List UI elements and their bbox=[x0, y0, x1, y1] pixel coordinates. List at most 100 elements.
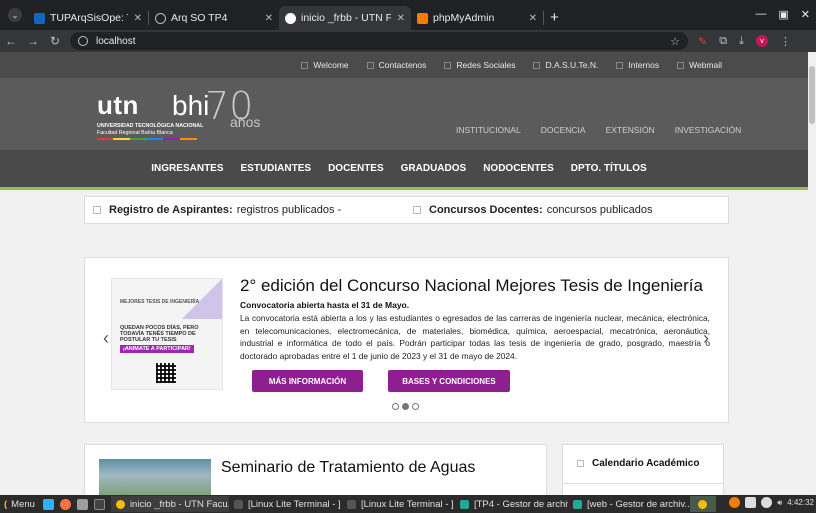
qr-code bbox=[156, 363, 176, 383]
task-terminal-2[interactable]: [Linux Lite Terminal - ] bbox=[342, 496, 455, 512]
forward-icon[interactable]: → bbox=[22, 34, 44, 48]
news-card[interactable]: Seminario de Tratamiento de Aguas bbox=[84, 444, 547, 495]
folder-icon bbox=[572, 499, 582, 509]
more-info-button[interactable]: MÁS INFORMACIÓN bbox=[252, 370, 363, 392]
nav-institucional[interactable]: INSTITUCIONAL bbox=[456, 125, 521, 135]
carousel-prev-icon[interactable]: ‹ bbox=[103, 328, 109, 349]
water-treatment-image bbox=[99, 459, 211, 495]
slide-dot-1[interactable] bbox=[392, 403, 399, 410]
profile-avatar[interactable]: v bbox=[755, 35, 768, 47]
nav-extension[interactable]: EXTENSIÓN bbox=[606, 125, 655, 135]
nav-ingresantes[interactable]: INGRESANTES bbox=[151, 163, 223, 174]
utn-favicon-icon bbox=[285, 12, 296, 24]
link-webmail[interactable]: Webmail bbox=[677, 60, 722, 70]
link-redes-sociales[interactable]: Redes Sociales bbox=[444, 60, 515, 70]
nav-docentes[interactable]: DOCENTES bbox=[328, 163, 384, 174]
files-icon[interactable] bbox=[76, 498, 88, 510]
os-taskbar: ( Menu inicio _frbb - UTN Facu... [Linux… bbox=[0, 495, 816, 513]
task-terminal-1[interactable]: [Linux Lite Terminal - ] bbox=[229, 496, 342, 512]
news-item[interactable]: Concursos Docentes: concursos publicados bbox=[413, 204, 653, 216]
page-scrollbar[interactable] bbox=[808, 52, 816, 495]
nav-estudiantes[interactable]: ESTUDIANTES bbox=[241, 163, 312, 174]
address-bar[interactable]: localhost ☆ bbox=[70, 32, 688, 50]
tab-search-button[interactable]: ⌄ bbox=[8, 8, 22, 22]
new-tab-button[interactable]: + bbox=[550, 9, 559, 26]
terminal-icon bbox=[233, 499, 243, 509]
network-icon[interactable] bbox=[761, 497, 773, 508]
site-header: utn bhi 70 años UNIVERSIDAD TECNOLÓGICA … bbox=[0, 78, 808, 150]
site-info-icon[interactable] bbox=[78, 36, 88, 46]
task-file-manager-tp4[interactable]: [TP4 - Gestor de archiv... bbox=[455, 496, 568, 512]
reload-icon[interactable]: ↻ bbox=[44, 34, 66, 48]
close-window-icon[interactable]: ✕ bbox=[801, 8, 810, 21]
globe-icon bbox=[155, 12, 166, 24]
tab-phpmyadmin[interactable]: phpMyAdmin ✕ bbox=[411, 6, 543, 30]
link-welcome[interactable]: Welcome bbox=[301, 60, 348, 70]
url-text: localhost bbox=[96, 35, 136, 47]
carousel-title: 2° edición del Concurso Nacional Mejores… bbox=[240, 276, 703, 295]
divider bbox=[563, 483, 723, 484]
rules-button[interactable]: BASES Y CONDICIONES bbox=[388, 370, 510, 392]
linux-lite-icon: ( bbox=[4, 498, 8, 510]
puzzle-icon[interactable]: ⧉ bbox=[719, 35, 727, 48]
slide-dot-2[interactable] bbox=[402, 403, 409, 410]
top-links: Welcome Contactenos Redes Sociales D.A.S… bbox=[0, 52, 808, 78]
firefox-icon[interactable] bbox=[59, 498, 71, 510]
workspace-switcher[interactable] bbox=[689, 496, 716, 512]
volume-icon[interactable]: 🔊︎ bbox=[777, 498, 782, 508]
nav-dpto-titulos[interactable]: DPTO. TÍTULOS bbox=[571, 163, 647, 174]
maximize-icon[interactable]: ▣ bbox=[778, 8, 788, 21]
header-nav: INSTITUCIONAL DOCENCIA EXTENSIÓN INVESTI… bbox=[456, 125, 741, 135]
main-nav: INGRESANTES ESTUDIANTES DOCENTES GRADUAD… bbox=[0, 150, 808, 190]
minimize-icon[interactable]: — bbox=[755, 8, 766, 21]
desktop-icon[interactable] bbox=[42, 498, 54, 510]
logo-color-bar bbox=[97, 138, 197, 140]
close-icon[interactable]: ✕ bbox=[265, 13, 273, 24]
carousel-indicators bbox=[392, 403, 419, 410]
bookmark-star-icon[interactable]: ☆ bbox=[670, 35, 680, 48]
chrome-icon bbox=[115, 499, 125, 509]
back-icon[interactable]: ← bbox=[0, 34, 22, 48]
featured-carousel: MEJORES TESIS DE INGENIERÍA QUEDAN POCOS… bbox=[84, 257, 729, 423]
link-internos[interactable]: Internos bbox=[616, 60, 659, 70]
task-browser[interactable]: inicio _frbb - UTN Facu... bbox=[110, 496, 229, 512]
contest-poster-image: MEJORES TESIS DE INGENIERÍA QUEDAN POCOS… bbox=[111, 278, 223, 390]
task-file-manager-web[interactable]: [web - Gestor de archiv... bbox=[568, 496, 690, 512]
terminal-icon[interactable] bbox=[93, 498, 105, 510]
utn-logo[interactable]: utn bhi 70 años UNIVERSIDAD TECNOLÓGICA … bbox=[97, 84, 277, 142]
nav-docencia[interactable]: DOCENCIA bbox=[541, 125, 586, 135]
close-icon[interactable]: ✕ bbox=[134, 13, 142, 24]
display-icon[interactable] bbox=[745, 497, 757, 508]
nav-nodocentes[interactable]: NODOCENTES bbox=[483, 163, 554, 174]
chrome-icon bbox=[698, 499, 708, 509]
folder-icon bbox=[459, 499, 469, 509]
page-content: Welcome Contactenos Redes Sociales D.A.S… bbox=[0, 52, 808, 495]
extension-icon[interactable]: ✎ bbox=[698, 35, 707, 48]
download-icon[interactable]: ⤓ bbox=[739, 35, 744, 48]
scrollbar-thumb[interactable] bbox=[809, 66, 815, 124]
extensions-area: ✎ ⧉ ⤓ v ⋮ bbox=[698, 35, 791, 48]
news-item[interactable]: Registro de Aspirantes: registros public… bbox=[93, 204, 341, 216]
carousel-subtitle: Convocatoria abierta hasta el 31 de Mayo… bbox=[240, 300, 410, 310]
window-controls: — ▣ ✕ bbox=[755, 8, 810, 21]
tab-inicio-frbb[interactable]: inicio _frbb - UTN Facu ✕ bbox=[279, 6, 411, 30]
calendar-link[interactable]: Calendario Académico bbox=[577, 458, 699, 469]
link-contactenos[interactable]: Contactenos bbox=[367, 60, 427, 70]
nav-graduados[interactable]: GRADUADOS bbox=[401, 163, 467, 174]
tab-separator bbox=[543, 11, 544, 25]
slide-dot-3[interactable] bbox=[412, 403, 419, 410]
moodle-icon bbox=[34, 12, 45, 24]
system-tray: 🔊︎ 4:42:32 bbox=[729, 497, 814, 508]
clock[interactable]: 4:42:32 bbox=[787, 498, 814, 507]
terminal-icon bbox=[346, 499, 356, 509]
start-menu-button[interactable]: ( Menu bbox=[4, 499, 35, 510]
menu-kebab-icon[interactable]: ⋮ bbox=[780, 35, 791, 48]
tab-tuparqsisope[interactable]: TUPArqSisOpe: TP4 - D ✕ bbox=[28, 6, 148, 30]
close-icon[interactable]: ✕ bbox=[529, 13, 537, 24]
link-dasuten[interactable]: D.A.S.U.Te.N. bbox=[533, 60, 598, 70]
sidebar-card: Calendario Académico bbox=[562, 444, 724, 495]
update-icon[interactable] bbox=[729, 497, 741, 508]
tab-arq-so[interactable]: Arq SO TP4 ✕ bbox=[149, 6, 279, 30]
close-icon[interactable]: ✕ bbox=[397, 13, 405, 24]
nav-investigacion[interactable]: INVESTIGACIÓN bbox=[675, 125, 742, 135]
